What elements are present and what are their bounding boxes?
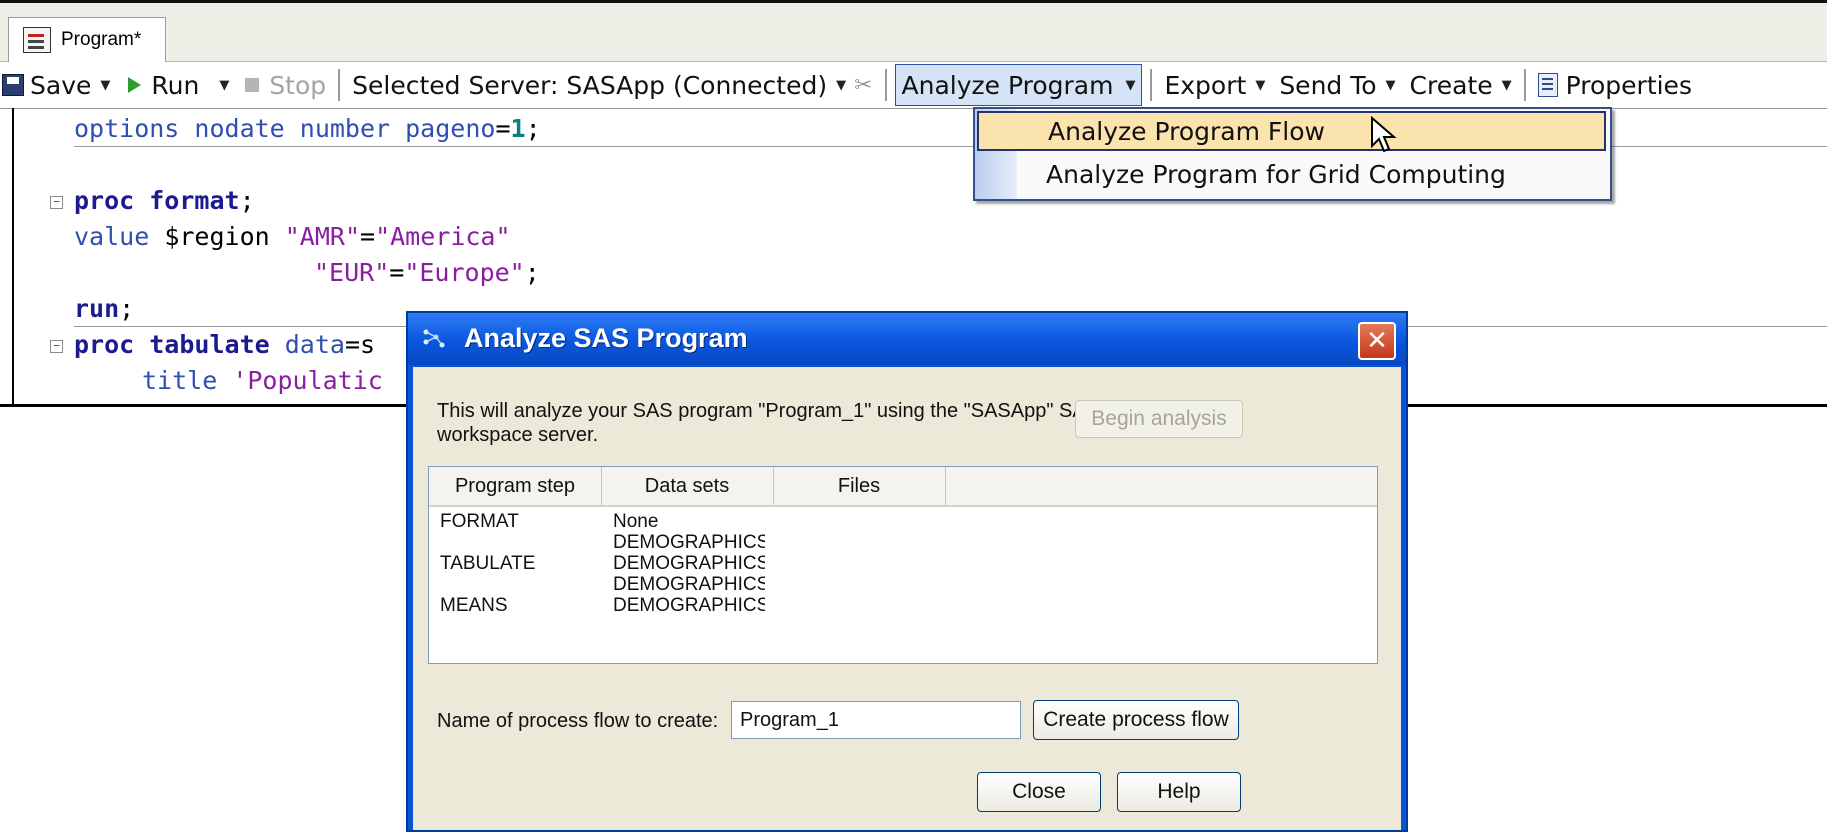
create-dropdown-arrow-icon[interactable]: ▼	[1502, 78, 1512, 93]
code-line-6: proc tabulate data=s	[74, 330, 376, 359]
begin-analysis-button[interactable]: Begin analysis	[1075, 400, 1243, 438]
server-dropdown-arrow-icon[interactable]: ▼	[836, 78, 846, 93]
collapse-toggle-icon[interactable]: −	[50, 196, 63, 209]
toolbar-separator	[1523, 69, 1526, 101]
analyze-program-menu: Analyze Program Flow Analyze Program for…	[973, 107, 1612, 201]
code-line-7: title 'Populatic	[142, 366, 383, 395]
process-flow-name-field[interactable]: Program_1	[731, 701, 1021, 739]
toolbar-separator	[338, 69, 341, 101]
table-row-data-set: DEMOGRAPHICS	[613, 574, 765, 595]
dialog-body: This will analyze your SAS program "Prog…	[413, 367, 1401, 830]
floppy-disk-icon	[2, 74, 24, 96]
run-button[interactable]: Run ▼	[124, 65, 233, 105]
table-row-step: MEANS	[440, 595, 508, 616]
table-row-data-set: DEMOGRAPHICS	[613, 532, 765, 553]
sas-program-icon	[23, 27, 51, 53]
toolbar-separator	[1150, 69, 1153, 101]
analyze-program-button[interactable]: Analyze Program ▼	[894, 64, 1143, 106]
create-button[interactable]: Create ▼	[1406, 65, 1516, 105]
tab-program-label: Program*	[61, 29, 142, 50]
analysis-results-list[interactable]: Program step Data sets Files FORMAT None…	[428, 466, 1378, 664]
run-label: Run	[151, 70, 200, 100]
code-line-4: "EUR"="Europe";	[314, 258, 540, 287]
selected-server-label: Selected Server: SASApp (Connected)	[352, 70, 828, 100]
play-icon	[128, 77, 142, 93]
process-flow-name-label: Name of process flow to create:	[437, 710, 719, 732]
stop-button[interactable]: Stop	[241, 65, 330, 105]
analyze-program-icon	[423, 329, 445, 348]
analyze-dropdown-arrow-icon[interactable]: ▼	[1125, 78, 1135, 93]
column-header-files[interactable]: Files	[773, 467, 946, 505]
dialog-description: This will analyze your SAS program "Prog…	[437, 400, 1100, 446]
run-dropdown-arrow-icon[interactable]: ▼	[219, 78, 229, 93]
code-line-5: run;	[74, 294, 135, 323]
table-row-data-set: None	[613, 511, 659, 532]
code-line-3: value $region "AMR"="America"	[74, 222, 511, 251]
table-row-step: TABULATE	[440, 553, 536, 574]
analyze-sas-program-dialog: Analyze SAS Program ✕ This will analyze …	[406, 311, 1408, 832]
column-header-empty	[945, 467, 1377, 505]
properties-label: Properties	[1565, 70, 1692, 100]
selected-server-dropdown[interactable]: Selected Server: SASApp (Connected) ▼ ✂	[348, 65, 876, 105]
properties-icon	[1537, 73, 1558, 97]
close-x-button[interactable]: ✕	[1358, 322, 1396, 360]
help-button[interactable]: Help	[1117, 772, 1241, 812]
close-button[interactable]: Close	[977, 772, 1101, 812]
toolbar-separator	[884, 69, 887, 101]
mouse-pointer-icon	[1371, 116, 1397, 153]
stop-square-icon	[245, 78, 260, 92]
save-button[interactable]: Save ▼	[0, 65, 114, 105]
table-row-data-set: DEMOGRAPHICS	[613, 595, 765, 616]
analyze-program-label: Analyze Program	[901, 70, 1114, 100]
table-row-data-set: DEMOGRAPHICS	[613, 553, 765, 574]
create-process-flow-button[interactable]: Create process flow	[1033, 700, 1239, 740]
code-line-1: options nodate number pageno=1;	[74, 114, 541, 143]
table-row-step: FORMAT	[440, 511, 519, 532]
export-dropdown-arrow-icon[interactable]: ▼	[1255, 78, 1265, 93]
document-tab-strip: Program*	[0, 3, 1827, 62]
stop-label: Stop	[269, 70, 327, 100]
create-label: Create	[1409, 70, 1493, 100]
list-header: Program step Data sets Files	[429, 467, 1377, 507]
save-label: Save	[30, 70, 92, 100]
editor-left-border	[12, 108, 14, 404]
properties-button[interactable]: Properties	[1534, 65, 1696, 105]
disconnect-plug-icon[interactable]: ✂	[854, 73, 872, 98]
program-toolbar: Save ▼ Run ▼ Stop Selected Server: SASAp…	[0, 62, 1827, 109]
dialog-title-bar[interactable]: Analyze SAS Program ✕	[408, 313, 1406, 365]
collapse-toggle-icon[interactable]: −	[50, 340, 63, 353]
dialog-title: Analyze SAS Program	[464, 323, 748, 353]
column-header-data-sets[interactable]: Data sets	[601, 467, 774, 505]
save-dropdown-arrow-icon[interactable]: ▼	[100, 78, 110, 93]
send-to-button[interactable]: Send To ▼	[1275, 65, 1399, 105]
send-to-dropdown-arrow-icon[interactable]: ▼	[1386, 78, 1396, 93]
tab-program[interactable]: Program*	[8, 17, 166, 62]
export-button[interactable]: Export ▼	[1160, 65, 1269, 105]
column-header-program-step[interactable]: Program step	[429, 467, 602, 505]
menu-item-analyze-grid-computing[interactable]: Analyze Program for Grid Computing	[977, 154, 1606, 194]
code-line-2: proc format;	[74, 186, 255, 215]
send-to-label: Send To	[1279, 70, 1377, 100]
export-label: Export	[1164, 70, 1247, 100]
menu-item-analyze-program-flow[interactable]: Analyze Program Flow	[977, 111, 1606, 151]
